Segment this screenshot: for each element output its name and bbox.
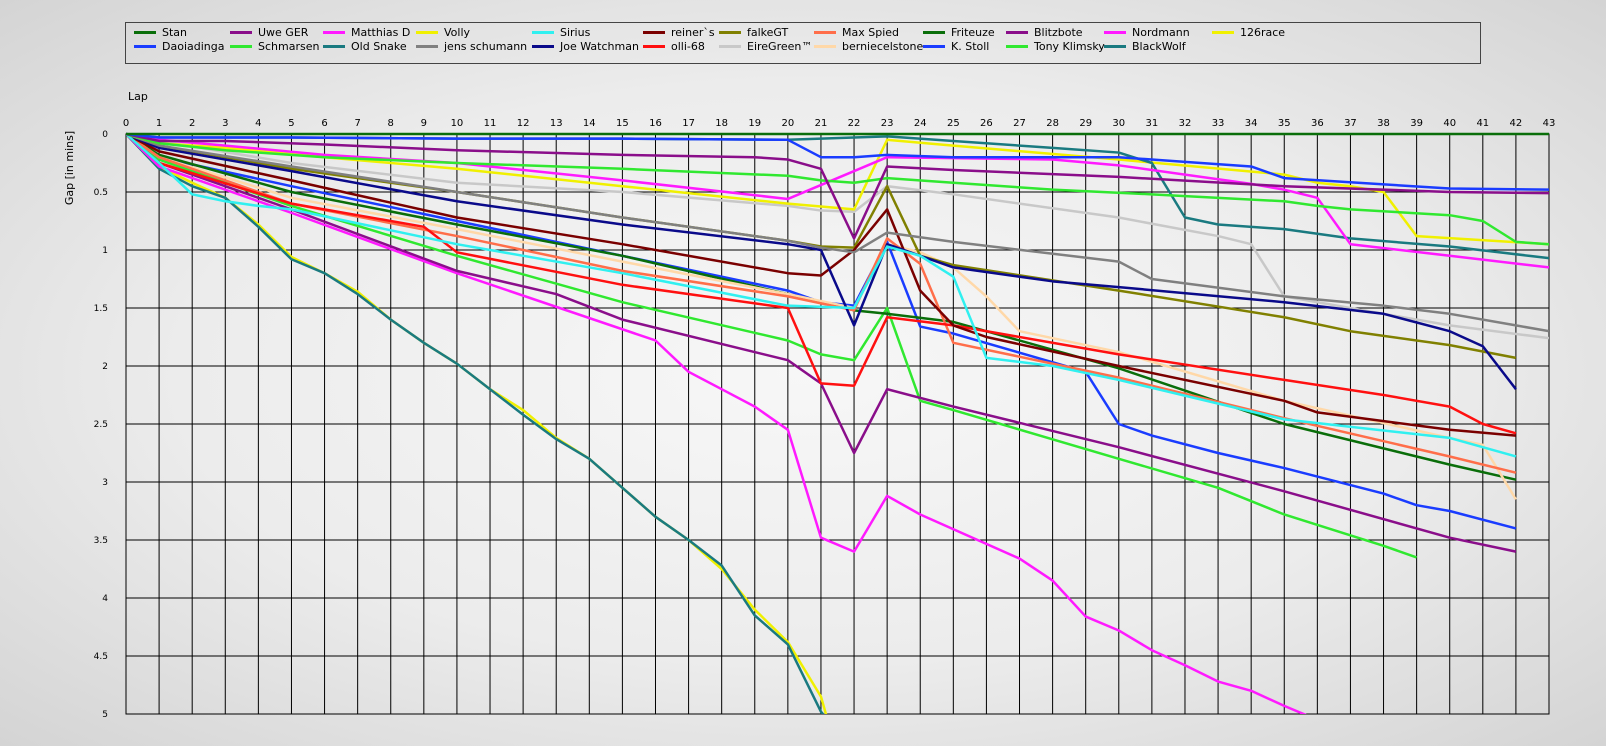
x-tick-label: 27 — [1013, 118, 1026, 129]
y-tick-label: 3.5 — [94, 536, 108, 546]
y-tick-label: 1.5 — [94, 304, 108, 314]
x-tick-label: 19 — [748, 118, 761, 129]
x-tick-label: 6 — [321, 118, 327, 129]
x-tick-label: 1 — [156, 118, 162, 129]
x-tick-label: 34 — [1245, 118, 1258, 129]
x-tick-label: 40 — [1443, 118, 1456, 129]
x-tick-label: 2 — [189, 118, 195, 129]
x-tick-label: 36 — [1311, 118, 1324, 129]
y-tick-label: 3 — [102, 478, 108, 488]
x-tick-label: 32 — [1179, 118, 1192, 129]
x-tick-label: 28 — [1046, 118, 1059, 129]
y-tick-label: 4 — [102, 594, 108, 604]
y-tick-label: 1 — [102, 246, 108, 256]
y-tick-label: 2.5 — [94, 420, 108, 430]
x-tick-label: 22 — [848, 118, 861, 129]
x-tick-label: 38 — [1377, 118, 1390, 129]
y-tick-label: 5 — [102, 710, 108, 720]
x-tick-label: 39 — [1410, 118, 1423, 129]
y-tick-label: 2 — [102, 362, 108, 372]
x-tick-label: 21 — [815, 118, 828, 129]
x-tick-label: 26 — [980, 118, 993, 129]
y-tick-label: 0.5 — [94, 188, 108, 198]
series-line-jens-schumann — [126, 132, 1549, 333]
x-tick-label: 37 — [1344, 118, 1357, 129]
x-tick-label: 11 — [484, 118, 497, 129]
x-tick-label: 5 — [288, 118, 294, 129]
x-tick-label: 9 — [421, 118, 427, 129]
x-tick-label: 0 — [123, 118, 129, 129]
chart-series — [126, 132, 1549, 714]
x-tick-label: 18 — [715, 118, 728, 129]
y-tick-label: 0 — [102, 130, 108, 140]
x-tick-label: 16 — [649, 118, 662, 129]
x-tick-label: 3 — [222, 118, 228, 129]
x-tick-label: 10 — [451, 118, 464, 129]
gap-chart: 0 1 2 3 4 5 6 7 8 9 10 11 12 13 14 15 16 17 18 19 20 21 22 23 24… — [63, 90, 1556, 720]
x-tick-label: 43 — [1543, 118, 1556, 129]
x-tick-label: 7 — [354, 118, 360, 129]
x-tick-label: 17 — [682, 118, 695, 129]
x-tick-label: 33 — [1212, 118, 1225, 129]
series-line-nordmann — [126, 133, 1307, 714]
x-tick-label: 8 — [388, 118, 394, 129]
y-axis-label: Gap [in mins] — [63, 131, 76, 205]
x-tick-label: 25 — [947, 118, 960, 129]
x-axis-label: Lap — [128, 90, 148, 103]
x-tick-label: 12 — [517, 118, 530, 129]
x-tick-label: 24 — [914, 118, 927, 129]
x-tick-label: 42 — [1510, 118, 1523, 129]
x-tick-label: 31 — [1146, 118, 1159, 129]
x-tick-label: 35 — [1278, 118, 1291, 129]
x-tick-label: 23 — [881, 118, 894, 129]
x-tick-label: 13 — [550, 118, 563, 129]
x-tick-label: 41 — [1476, 118, 1489, 129]
x-tick-label: 15 — [616, 118, 629, 129]
x-tick-label: 4 — [255, 118, 261, 129]
y-tick-label: 4.5 — [94, 652, 108, 662]
x-tick-label: 20 — [781, 118, 794, 129]
x-tick-label: 29 — [1079, 118, 1092, 129]
x-tick-label: 30 — [1112, 118, 1125, 129]
x-tick-label: 14 — [583, 118, 596, 129]
